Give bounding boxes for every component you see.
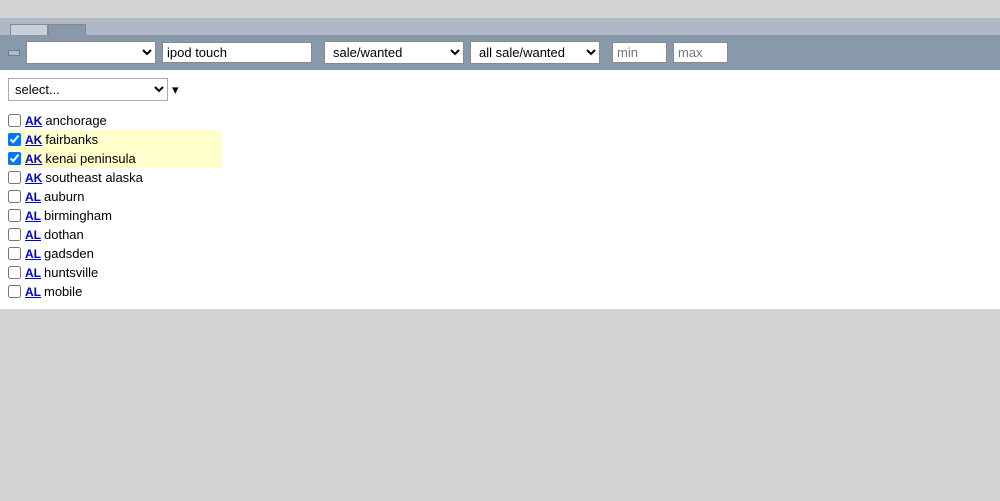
list-item: AKkenai peninsula: [8, 149, 222, 168]
dropdown-arrow-icon: ▾: [172, 82, 179, 98]
city-name: auburn: [44, 189, 84, 204]
list-item: AKanchorage: [8, 111, 222, 130]
location-checkbox[interactable]: [8, 247, 21, 260]
location-checkbox[interactable]: [8, 228, 21, 241]
location-checkbox[interactable]: [8, 209, 21, 222]
location-checkbox[interactable]: [8, 171, 21, 184]
tab-search-usa[interactable]: [10, 24, 48, 35]
location-checkbox[interactable]: [8, 152, 21, 165]
help-button[interactable]: [8, 50, 20, 56]
state-code[interactable]: AL: [25, 190, 41, 204]
list-item: AKfairbanks: [8, 130, 222, 149]
city-name: dothan: [44, 227, 84, 242]
list-item: ALbirmingham: [8, 206, 222, 225]
site-header: [0, 0, 1000, 18]
columns-container: [230, 78, 1000, 301]
city-name: huntsville: [44, 265, 98, 280]
list-item: AKsoutheast alaska: [8, 168, 222, 187]
state-code[interactable]: AK: [25, 171, 42, 185]
location-checkbox[interactable]: [8, 285, 21, 298]
left-panel-location-list: AKanchorageAKfairbanksAKkenai peninsulaA…: [8, 111, 222, 301]
state-code[interactable]: AL: [25, 209, 41, 223]
price-max-input[interactable]: [673, 42, 728, 63]
list-item: ALhuntsville: [8, 263, 222, 282]
search-for-select[interactable]: [26, 41, 156, 64]
state-code[interactable]: AL: [25, 285, 41, 299]
location-checkbox[interactable]: [8, 114, 21, 127]
price-min-input[interactable]: [612, 42, 667, 63]
tab-search-worldwide[interactable]: [48, 24, 86, 35]
location-checkbox[interactable]: [8, 133, 21, 146]
location-checkbox[interactable]: [8, 190, 21, 203]
location-checkbox[interactable]: [8, 266, 21, 279]
city-name: birmingham: [44, 208, 112, 223]
state-code[interactable]: AK: [25, 114, 42, 128]
category-select[interactable]: sale/wanted for sale wanted: [324, 41, 464, 64]
main-content: select... ▾ AKanchorageAKfairbanksAKkena…: [0, 70, 1000, 309]
state-select-container: select... ▾: [8, 78, 222, 101]
list-item: ALdothan: [8, 225, 222, 244]
state-code[interactable]: AL: [25, 228, 41, 242]
list-item: ALgadsden: [8, 244, 222, 263]
list-item: ALauburn: [8, 187, 222, 206]
city-name: gadsden: [44, 246, 94, 261]
state-code[interactable]: AK: [25, 152, 42, 166]
state-code[interactable]: AK: [25, 133, 42, 147]
keyword-input[interactable]: [162, 42, 312, 63]
city-name: kenai peninsula: [45, 151, 135, 166]
subcategory-select[interactable]: all sale/wanted: [470, 41, 600, 64]
city-name: anchorage: [45, 113, 106, 128]
state-code[interactable]: AL: [25, 247, 41, 261]
state-code[interactable]: AL: [25, 266, 41, 280]
state-select[interactable]: select...: [8, 78, 168, 101]
city-name: fairbanks: [45, 132, 98, 147]
search-bar: sale/wanted for sale wanted all sale/wan…: [0, 35, 1000, 70]
list-item: ALmobile: [8, 282, 222, 301]
tabs-bar: [0, 18, 1000, 35]
left-panel: select... ▾ AKanchorageAKfairbanksAKkena…: [0, 78, 230, 301]
city-name: southeast alaska: [45, 170, 143, 185]
city-name: mobile: [44, 284, 82, 299]
